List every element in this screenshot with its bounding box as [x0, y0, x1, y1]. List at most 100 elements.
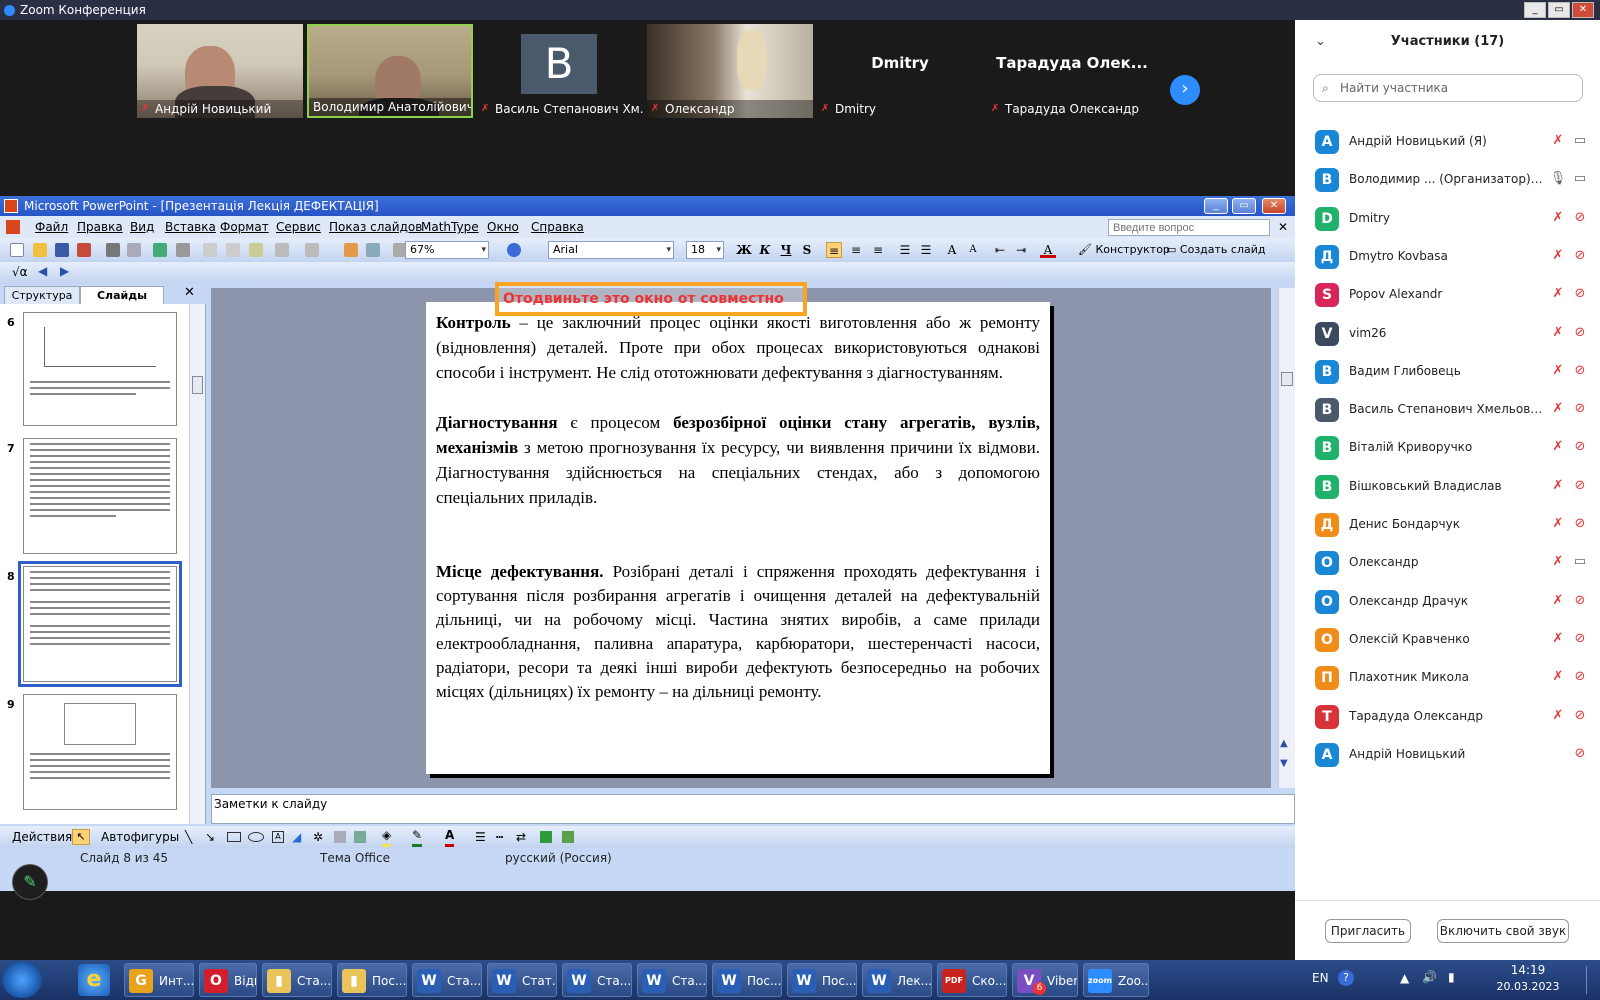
- camera-off-icon[interactable]: ⊘: [1570, 324, 1590, 342]
- select-pointer-icon[interactable]: ↖: [72, 829, 90, 845]
- camera-off-icon[interactable]: ⊘: [1570, 515, 1590, 533]
- camera-off-icon[interactable]: ⊘: [1570, 592, 1590, 610]
- picture-icon[interactable]: [354, 831, 366, 843]
- participant-row[interactable]: О Олександр ✗ ▭: [1295, 543, 1600, 582]
- taskbar-item[interactable]: W Стат...: [487, 963, 557, 997]
- taskbar-item[interactable]: W Пос...: [787, 963, 857, 997]
- invite-button[interactable]: Пригласить: [1325, 919, 1411, 943]
- restore-button[interactable]: ▭: [1548, 2, 1570, 18]
- notes-pane[interactable]: Заметки к слайду: [211, 794, 1295, 824]
- align-left-icon[interactable]: ≡: [826, 242, 842, 258]
- menu-slideshow[interactable]: Показ слайдов: [329, 216, 422, 238]
- clipart-icon[interactable]: [334, 831, 346, 843]
- next-slide-icon[interactable]: ▼: [1280, 758, 1288, 769]
- prev-arrow-icon[interactable]: ◀: [38, 264, 47, 278]
- video-tile-active-speaker[interactable]: Володимир Анатолійович ...: [307, 24, 473, 118]
- participant-row[interactable]: В Вадим Глибовець ✗ ⊘: [1295, 352, 1600, 391]
- participant-row[interactable]: П Плахотник Микола ✗ ⊘: [1295, 658, 1600, 697]
- new-slide-button[interactable]: ▭ Создать слайд: [1166, 238, 1265, 262]
- menu-window[interactable]: Окно: [487, 216, 519, 238]
- scroll-thumb[interactable]: [1281, 372, 1293, 386]
- start-button-icon[interactable]: [2, 962, 42, 998]
- align-center-icon[interactable]: ≡: [848, 242, 864, 258]
- arrow-style-icon[interactable]: ⇄: [516, 826, 526, 848]
- network-icon[interactable]: ▮: [1448, 970, 1455, 984]
- font-color-icon[interactable]: A: [1040, 242, 1056, 258]
- mic-muted-icon[interactable]: ✗: [1549, 247, 1567, 265]
- mic-muted-icon[interactable]: ✗: [1549, 668, 1567, 686]
- video-tile[interactable]: Тарадуда Олек... ✗ Тарадуда Олександр: [987, 24, 1157, 118]
- insert-chart-icon[interactable]: [344, 243, 358, 257]
- video-tile[interactable]: ✗ Олександр: [647, 24, 813, 118]
- numbering-icon[interactable]: ☰: [897, 242, 913, 258]
- menu-insert[interactable]: Вставка: [165, 216, 216, 238]
- participant-row[interactable]: Т Тарадуда Олександр ✗ ⊘: [1295, 697, 1600, 736]
- participant-row[interactable]: D Dmitry ✗ ⊘: [1295, 199, 1600, 238]
- taskbar-item[interactable]: ▮ Ста...: [262, 963, 332, 997]
- camera-off-icon[interactable]: ⊘: [1570, 400, 1590, 418]
- mic-muted-icon[interactable]: ✗: [1549, 400, 1567, 418]
- mic-muted-icon[interactable]: ✗: [1549, 553, 1567, 571]
- taskbar-item[interactable]: W Ста...: [412, 963, 482, 997]
- camera-off-icon[interactable]: ⊘: [1570, 247, 1590, 265]
- textbox-tool-icon[interactable]: A: [272, 831, 284, 843]
- participant-search[interactable]: ⌕ Найти участника: [1313, 74, 1583, 102]
- shadow-button[interactable]: S: [799, 242, 815, 258]
- help-tray-icon[interactable]: ?: [1338, 970, 1354, 986]
- camera-off-icon[interactable]: ⊘: [1570, 209, 1590, 227]
- participant-row[interactable]: Vvim26 ✗ ⊘: [1295, 314, 1600, 353]
- redo-icon[interactable]: [305, 243, 319, 257]
- thumbnail-scrollbar[interactable]: [189, 304, 205, 824]
- mic-muted-icon[interactable]: ✗: [1549, 324, 1567, 342]
- decrease-indent-icon[interactable]: ⇤: [992, 242, 1008, 258]
- font-combo[interactable]: Arial: [548, 241, 674, 259]
- fill-color-icon[interactable]: ◈: [382, 826, 392, 847]
- participant-row[interactable]: В Віталій Криворучко ✗ ⊘: [1295, 428, 1600, 467]
- show-desktop-button[interactable]: [1586, 966, 1598, 994]
- scroll-thumb[interactable]: [192, 376, 203, 394]
- undo-icon[interactable]: [275, 243, 289, 257]
- preview-icon[interactable]: [127, 243, 141, 257]
- close-button[interactable]: ✕: [1572, 2, 1594, 18]
- minimize-button[interactable]: _: [1524, 2, 1546, 18]
- save-icon[interactable]: [55, 243, 69, 257]
- oval-tool-icon[interactable]: [248, 832, 264, 842]
- tab-slides[interactable]: Слайды: [80, 286, 164, 304]
- mic-muted-icon[interactable]: ✗: [1549, 707, 1567, 725]
- next-arrow-icon[interactable]: ▶: [60, 264, 69, 278]
- menu-format[interactable]: Формат: [220, 216, 269, 238]
- ppt-close-button[interactable]: ✕: [1262, 198, 1286, 214]
- taskbar-item[interactable]: zoom Zoo...: [1083, 963, 1149, 997]
- camera-off-icon[interactable]: ⊘: [1570, 630, 1590, 648]
- line-color-icon[interactable]: ✎: [412, 826, 423, 847]
- cut-icon[interactable]: [203, 243, 217, 257]
- bullets-icon[interactable]: ☰: [918, 242, 934, 258]
- menu-edit[interactable]: Правка: [77, 216, 123, 238]
- participant-row[interactable]: В Володимир ... (Организатор) 🎙 ▭: [1295, 160, 1600, 199]
- spelling-icon[interactable]: [153, 243, 167, 257]
- menu-file[interactable]: Файл: [35, 216, 68, 238]
- doc-close-icon[interactable]: ✕: [1278, 216, 1288, 238]
- wordart-icon[interactable]: ◢: [292, 826, 301, 848]
- mic-muted-icon[interactable]: ✗: [1549, 132, 1567, 150]
- participant-row[interactable]: О Олексій Кравченко ✗ ⊘: [1295, 620, 1600, 659]
- italic-button[interactable]: К: [757, 242, 773, 258]
- line-tool-icon[interactable]: ╲: [185, 826, 192, 848]
- actions-menu[interactable]: Действия: [12, 826, 72, 848]
- menu-view[interactable]: Вид: [130, 216, 154, 238]
- collapse-chevron-icon[interactable]: ⌄: [1315, 20, 1326, 64]
- volume-icon[interactable]: 🔊: [1422, 970, 1437, 984]
- participant-row[interactable]: В Вішковський Владислав ✗ ⊘: [1295, 467, 1600, 506]
- print-icon[interactable]: [106, 243, 120, 257]
- diagram-icon[interactable]: ✲: [313, 826, 323, 848]
- slide-thumbnail-selected[interactable]: [18, 561, 182, 687]
- tray-arrow-icon[interactable]: ▲: [1400, 971, 1409, 985]
- arrow-tool-icon[interactable]: ↘: [205, 826, 215, 848]
- taskbar-item[interactable]: W Ста...: [637, 963, 707, 997]
- increase-indent-icon[interactable]: ⇥: [1013, 242, 1029, 258]
- mic-muted-icon[interactable]: ✗: [1549, 438, 1567, 456]
- font-size-combo[interactable]: 18: [686, 241, 724, 259]
- mic-muted-icon[interactable]: ✗: [1549, 285, 1567, 303]
- mic-icon[interactable]: 🎙: [1549, 170, 1567, 188]
- camera-off-icon[interactable]: ⊘: [1570, 477, 1590, 495]
